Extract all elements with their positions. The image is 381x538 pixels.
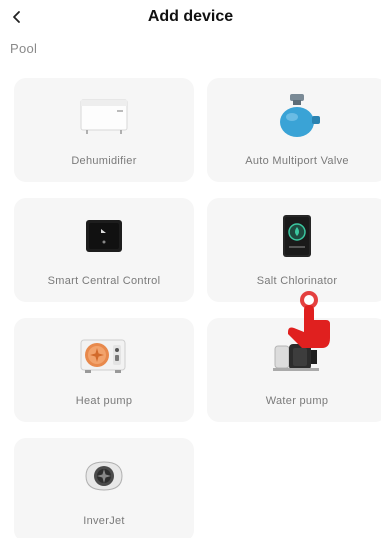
device-card-water-pump[interactable]: Water pump: [207, 318, 381, 422]
heat-pump-icon: [14, 334, 194, 378]
device-card-salt-chlorinator[interactable]: Salt Chlorinator: [207, 198, 381, 302]
device-card-smart-central-control[interactable]: Smart Central Control: [14, 198, 194, 302]
device-label: Salt Chlorinator: [256, 275, 338, 287]
salt-chlorinator-icon: [207, 214, 381, 258]
device-card-auto-multiport-valve[interactable]: Auto Multiport Valve: [207, 78, 381, 182]
device-label: Smart Central Control: [47, 275, 161, 287]
device-label: InverJet: [83, 515, 125, 527]
dehumidifier-icon: [14, 94, 194, 138]
device-card-heat-pump[interactable]: Heat pump: [14, 318, 194, 422]
device-label: Dehumidifier: [71, 155, 137, 167]
section-label: Pool: [10, 41, 38, 56]
central-control-icon: [14, 214, 194, 258]
device-card-inverjet[interactable]: InverJet: [14, 438, 194, 538]
multiport-valve-icon: [207, 94, 381, 138]
device-label: Heat pump: [75, 395, 133, 407]
device-label: Auto Multiport Valve: [245, 155, 349, 167]
inverjet-icon: [14, 454, 194, 498]
page-title: Add device: [147, 8, 234, 25]
add-device-screen: Add device Pool Dehumidifier Auto Multip…: [0, 0, 381, 538]
water-pump-icon: [207, 334, 381, 378]
header: Add device: [0, 0, 381, 36]
device-card-dehumidifier[interactable]: Dehumidifier: [14, 78, 194, 182]
device-label: Water pump: [265, 395, 329, 407]
